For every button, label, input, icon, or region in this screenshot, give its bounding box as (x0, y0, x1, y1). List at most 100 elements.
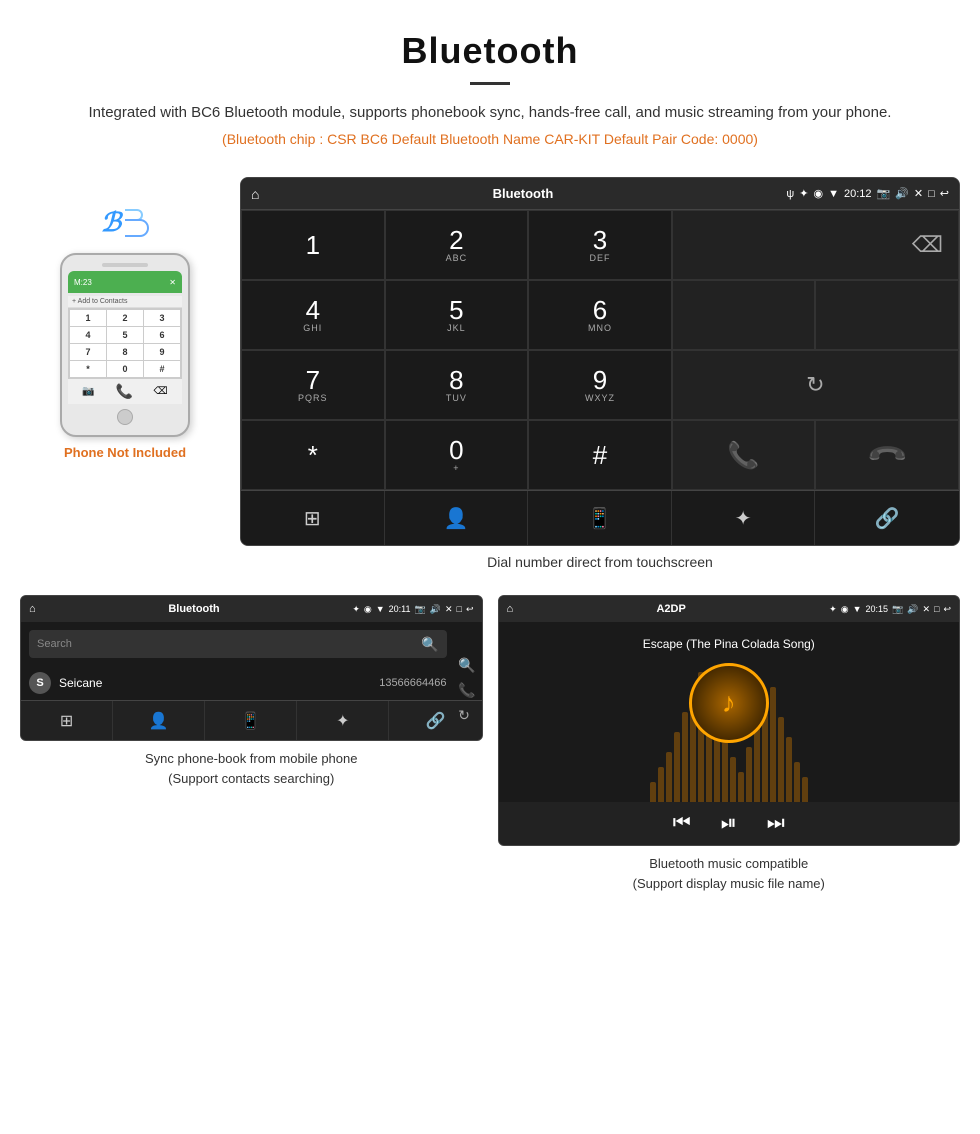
dial-key-7[interactable]: 7 PQRS (241, 350, 385, 420)
contacts-bottom-nav: ⊞ 👤 📱 ✦ 🔗 (21, 700, 482, 740)
music-caption-line1: Bluetooth music compatible (649, 856, 808, 871)
dial-sub-5: JKL (447, 323, 466, 333)
dial-num-hash: # (593, 442, 607, 468)
dial-key-3[interactable]: 3 DEF (528, 210, 672, 280)
dial-num-2: 2 (449, 227, 463, 253)
time-display: 20:12 (844, 188, 872, 200)
phone-section: ℬ M:23 ✕ + Add to Contacts 1 2 3 (20, 177, 230, 460)
contacts-nav-person[interactable]: 👤 (113, 701, 205, 740)
dial-key-2[interactable]: 2 ABC (385, 210, 529, 280)
music-back-icon[interactable]: ↩ (943, 604, 951, 615)
contacts-nav-bt[interactable]: ✦ (297, 701, 389, 740)
contacts-nav-phone[interactable]: 📱 (205, 701, 297, 740)
music-close-icon[interactable]: ✕ (922, 604, 930, 615)
viz-bar-4 (674, 732, 680, 802)
contacts-caption-line2: (Support contacts searching) (168, 771, 334, 786)
nav-contacts-button[interactable]: 👤 (385, 491, 529, 545)
side-refresh-icon[interactable]: ↻ (458, 707, 475, 724)
status-left: ⌂ (251, 186, 259, 202)
viz-bar-1 (650, 782, 656, 802)
contacts-nav-keypad[interactable]: ⊞ (21, 701, 113, 740)
bottom-screenshots: ⌂ Bluetooth ✦ ◉ ▼ 20:11 📷 🔊 ✕ □ ↩ (0, 595, 980, 913)
side-search-icon[interactable]: 🔍 (458, 657, 475, 674)
dial-caption: Dial number direct from touchscreen (240, 554, 960, 570)
phone-key-5[interactable]: 5 (107, 327, 143, 343)
phone-add-contact: + Add to Contacts (68, 296, 182, 308)
contacts-win-icon[interactable]: □ (457, 604, 462, 614)
nav-link-button[interactable]: 🔗 (815, 491, 959, 545)
music-home-icon[interactable]: ⌂ (507, 603, 514, 615)
music-bt-icon: ✦ (829, 604, 837, 615)
phone-key-7[interactable]: 7 (70, 344, 106, 360)
window-icon[interactable]: □ (928, 188, 935, 200)
dial-key-hash[interactable]: # (528, 420, 672, 490)
dial-key-1[interactable]: 1 (241, 210, 385, 280)
nav-bluetooth-button[interactable]: ✦ (672, 491, 816, 545)
viz-bar-14 (754, 727, 760, 802)
phone-key-4[interactable]: 4 (70, 327, 106, 343)
music-caption: Bluetooth music compatible (Support disp… (498, 854, 961, 893)
phone-key-6[interactable]: 6 (144, 327, 180, 343)
contacts-home-icon[interactable]: ⌂ (29, 603, 36, 615)
music-body: Escape (The Pina Colada Song) (499, 622, 960, 802)
call-green-button[interactable]: 📞 (672, 420, 816, 490)
contacts-body: Search 🔍 S Seicane 13566664466 (21, 622, 482, 700)
dial-num-7: 7 (306, 367, 320, 393)
music-mini-screen: ⌂ A2DP ✦ ◉ ▼ 20:15 📷 🔊 ✕ □ ↩ Escape (The… (498, 595, 961, 846)
viz-bar-19 (794, 762, 800, 802)
viz-bar-17 (778, 717, 784, 802)
dial-key-star[interactable]: * (241, 420, 385, 490)
phone-delete-icon[interactable]: ⌫ (154, 386, 168, 397)
phone-key-8[interactable]: 8 (107, 344, 143, 360)
usb-icon: ψ (786, 188, 794, 200)
nav-phone-button[interactable]: 📱 (528, 491, 672, 545)
home-icon[interactable]: ⌂ (251, 186, 259, 202)
call-end-button[interactable]: 📞 (815, 420, 959, 490)
music-status-bar: ⌂ A2DP ✦ ◉ ▼ 20:15 📷 🔊 ✕ □ ↩ (499, 596, 960, 622)
phone-key-0[interactable]: 0 (107, 361, 143, 377)
dial-sub-3: DEF (589, 253, 610, 263)
dial-sub-9: WXYZ (585, 393, 615, 403)
search-bar[interactable]: Search 🔍 (29, 630, 447, 658)
phone-home-button[interactable] (117, 409, 133, 425)
phone-mockup: M:23 ✕ + Add to Contacts 1 2 3 4 5 6 7 8… (60, 253, 190, 437)
contacts-back-icon[interactable]: ↩ (466, 604, 474, 615)
contacts-close-icon[interactable]: ✕ (445, 604, 453, 615)
nav-keypad-button[interactable]: ⊞ (241, 491, 385, 545)
phone-key-2[interactable]: 2 (107, 310, 143, 326)
backspace-button[interactable]: ⌫ (912, 232, 943, 258)
main-content-area: ℬ M:23 ✕ + Add to Contacts 1 2 3 (0, 177, 980, 585)
back-icon[interactable]: ↩ (940, 187, 949, 200)
viz-bar-12 (738, 772, 744, 802)
dial-key-6[interactable]: 6 MNO (528, 280, 672, 350)
phone-action-label: ✕ (169, 278, 176, 287)
phone-call-icon[interactable]: 📞 (115, 383, 132, 400)
dial-key-5[interactable]: 5 JKL (385, 280, 529, 350)
refresh-area[interactable]: ↻ (672, 350, 959, 420)
dial-key-9[interactable]: 9 WXYZ (528, 350, 672, 420)
side-phone-icon[interactable]: 📞 (458, 682, 475, 699)
bottom-nav: ⊞ 👤 📱 ✦ 🔗 (241, 490, 959, 545)
refresh-icon: ↻ (806, 372, 824, 398)
phone-key-9[interactable]: 9 (144, 344, 180, 360)
dial-sub-6: MNO (588, 323, 612, 333)
phone-key-3[interactable]: 3 (144, 310, 180, 326)
close-icon[interactable]: ✕ (914, 187, 923, 200)
call-end-icon: 📞 (865, 433, 910, 478)
wave-large (125, 219, 149, 237)
contacts-mini-screen: ⌂ Bluetooth ✦ ◉ ▼ 20:11 📷 🔊 ✕ □ ↩ (20, 595, 483, 741)
bluetooth-specs: (Bluetooth chip : CSR BC6 Default Blueto… (60, 131, 920, 147)
dial-key-0[interactable]: 0 + (385, 420, 529, 490)
volume-icon: 🔊 (895, 187, 909, 200)
dial-key-4[interactable]: 4 GHI (241, 280, 385, 350)
play-pause-button[interactable]: ⏯ (721, 812, 737, 835)
contacts-signal-icon: ▼ (376, 604, 385, 614)
prev-track-button[interactable]: ⏮ (673, 812, 691, 835)
phone-key-star[interactable]: * (70, 361, 106, 377)
viz-bar-10 (722, 742, 728, 802)
phone-key-1[interactable]: 1 (70, 310, 106, 326)
dial-key-8[interactable]: 8 TUV (385, 350, 529, 420)
phone-key-hash[interactable]: # (144, 361, 180, 377)
music-win-icon[interactable]: □ (934, 604, 939, 614)
next-track-button[interactable]: ⏭ (767, 812, 785, 835)
